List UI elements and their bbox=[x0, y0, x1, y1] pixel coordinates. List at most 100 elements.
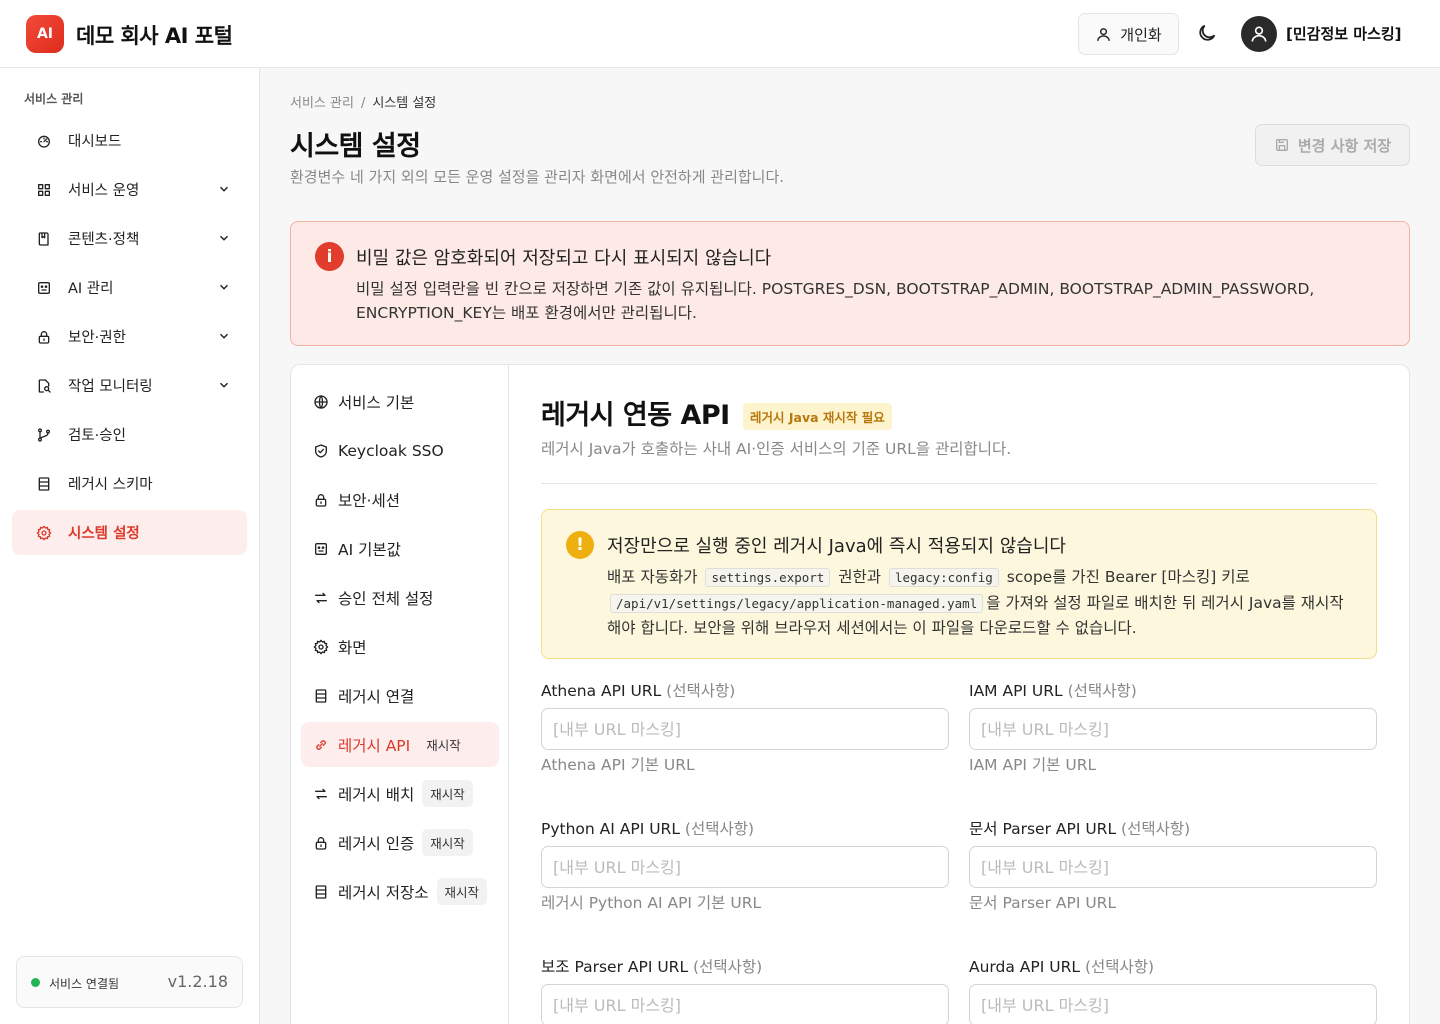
subnav-item-label: 화면 bbox=[338, 638, 367, 657]
save-changes-label: 변경 사항 저장 bbox=[1297, 136, 1392, 155]
sidebar-item-label: 작업 모니터링 bbox=[68, 379, 153, 395]
restart-badge: 재시작 bbox=[426, 738, 461, 753]
service-status: 서비스 연결됨 v1.2.18 bbox=[16, 956, 243, 1008]
alert-text: 배포 자동화가 bbox=[607, 568, 698, 586]
subnav-item[interactable]: 화면 bbox=[301, 624, 499, 669]
subnav-item-label: 레거시 인증 bbox=[338, 834, 415, 853]
subnav-item[interactable]: 보안·세션 bbox=[301, 477, 499, 522]
subnav-item[interactable]: 레거시 인증 재시작 bbox=[301, 820, 499, 865]
field-optional: (선택사항) bbox=[1121, 820, 1191, 838]
section-description: 레거시 Java가 호출하는 사내 AI·인증 서비스의 기준 URL을 관리합… bbox=[541, 440, 1012, 458]
code-path: /api/v1/settings/legacy/application-mana… bbox=[610, 593, 984, 613]
sidebar-item[interactable]: 작업 모니터링 bbox=[12, 363, 247, 408]
chevron-down-icon[interactable] bbox=[217, 280, 231, 294]
lock-icon bbox=[38, 330, 50, 344]
aurda-api-url-input[interactable] bbox=[969, 984, 1377, 1024]
app-title[interactable]: 데모 회사 AI 포털 bbox=[76, 20, 233, 50]
breadcrumb: 서비스 관리 / 시스템 설정 bbox=[290, 92, 436, 111]
sidebar-item[interactable]: 대시보드 bbox=[12, 118, 247, 163]
athena-api-url-input[interactable] bbox=[541, 708, 949, 750]
restart-required-badge: 레거시 Java 재시작 필요 bbox=[743, 403, 892, 430]
breadcrumb-parent[interactable]: 서비스 관리 bbox=[290, 96, 354, 111]
shield-check-icon bbox=[315, 443, 327, 458]
save-changes-button[interactable]: 변경 사항 저장 bbox=[1255, 124, 1410, 166]
chevron-down-icon[interactable] bbox=[217, 182, 231, 196]
alert-text: 권한과 bbox=[838, 568, 882, 586]
field-label-text: IAM API URL bbox=[969, 682, 1063, 700]
schema-icon bbox=[315, 688, 327, 703]
chevron-down-icon[interactable] bbox=[217, 329, 231, 343]
lock-icon bbox=[315, 836, 327, 850]
user-icon bbox=[1251, 26, 1267, 42]
user-name[interactable]: [민감정보 마스킹] bbox=[1286, 23, 1402, 44]
subnav-item[interactable]: 레거시 배치 재시작 bbox=[301, 771, 499, 816]
sidebar-item[interactable]: 보안·권한 bbox=[12, 314, 247, 359]
moon-icon bbox=[1199, 24, 1216, 41]
field-optional: (선택사항) bbox=[1067, 682, 1137, 700]
settings-subnav: 서비스 기본 Keycloak SSO 보안·세션 AI 기본값승인 전체 설정화면레… bbox=[291, 365, 509, 1024]
section-title: 레거시 연동 API bbox=[541, 400, 730, 431]
field-optional: (선택사항) bbox=[684, 820, 755, 838]
subnav-item-label: 승인 전체 설정 bbox=[338, 589, 434, 608]
field-optional: (선택사항) bbox=[693, 958, 763, 976]
subnav-item[interactable]: 레거시 저장소 재시작 bbox=[301, 869, 499, 914]
subnav-item[interactable]: 서비스 기본 bbox=[301, 379, 499, 424]
python-ai-api-url-input[interactable] bbox=[541, 846, 949, 888]
secondary-parser-api-url-input[interactable] bbox=[541, 984, 949, 1024]
subnav-item[interactable]: 레거시 연결 bbox=[301, 673, 499, 718]
book-icon bbox=[38, 231, 49, 246]
code-scope: legacy:config bbox=[888, 568, 999, 587]
sidebar-item[interactable]: 콘텐츠·정책 bbox=[12, 216, 247, 261]
breadcrumb-current: 시스템 설정 bbox=[372, 96, 437, 111]
grid-icon bbox=[38, 183, 50, 196]
sidebar-item-label: AI 관리 bbox=[68, 281, 114, 297]
app-logo[interactable]: AI bbox=[26, 15, 64, 53]
alert-text: scope를 가진 Bearer [마스킹] 키로 bbox=[1006, 568, 1250, 586]
iam-api-url-input[interactable] bbox=[969, 708, 1377, 750]
sidebar-item-label: 시스템 설정 bbox=[68, 526, 140, 542]
document-parser-api-url-input[interactable] bbox=[969, 846, 1377, 888]
alert-title: 저장만으로 실행 중인 레거시 Java에 즉시 적용되지 않습니다 bbox=[607, 536, 1066, 557]
subnav-item[interactable]: AI 기본값 bbox=[301, 526, 499, 571]
git-branch-icon bbox=[38, 427, 50, 442]
schema-icon bbox=[38, 476, 50, 491]
field-optional: (선택사항) bbox=[1084, 958, 1155, 976]
monitor-search-icon bbox=[38, 378, 51, 393]
subnav-item[interactable]: 승인 전체 설정 bbox=[301, 575, 499, 620]
field-label-text: Aurda API URL bbox=[969, 958, 1080, 976]
subnav-item[interactable]: Keycloak SSO bbox=[301, 428, 499, 473]
sidebar-item[interactable]: 레거시 스키마 bbox=[12, 461, 247, 506]
field-optional: (선택사항) bbox=[666, 682, 736, 700]
bot-icon bbox=[315, 542, 327, 555]
subnav-item-label: Keycloak SSO bbox=[338, 441, 444, 460]
page-title: 시스템 설정 bbox=[290, 131, 421, 162]
divider bbox=[541, 483, 1377, 484]
subnav-item[interactable]: 레거시 API 재시작 bbox=[301, 722, 499, 767]
top-header: AI 데모 회사 AI 포털 개인화 [민감정보 마스킹] bbox=[0, 0, 1440, 68]
sidebar-item-label: 콘텐츠·정책 bbox=[68, 232, 140, 248]
sidebar-item[interactable]: 검토·승인 bbox=[12, 412, 247, 457]
alert-body: 배포 자동화가 settings.export 권한과 legacy:confi… bbox=[607, 565, 1357, 641]
subnav-item-label: 레거시 배치 bbox=[338, 785, 415, 804]
subnav-item-label: 레거시 저장소 bbox=[338, 883, 429, 902]
sidebar-item[interactable]: 시스템 설정 bbox=[12, 510, 247, 555]
apply-warning-alert: ! 저장만으로 실행 중인 레거시 Java에 즉시 적용되지 않습니다 배포 … bbox=[541, 509, 1377, 659]
warning-icon: ! bbox=[566, 531, 594, 559]
chevron-down-icon[interactable] bbox=[217, 378, 231, 392]
bot-icon bbox=[38, 281, 50, 294]
restart-badge: 재시작 bbox=[436, 878, 488, 905]
field-label-text: Athena API URL bbox=[541, 682, 662, 700]
field-label-text: 보조 Parser API URL bbox=[541, 958, 689, 976]
field-label: IAM API URL (선택사항) bbox=[969, 679, 1137, 701]
avatar[interactable] bbox=[1241, 16, 1277, 52]
personalize-button[interactable]: 개인화 bbox=[1078, 13, 1179, 55]
subnav-item-label: 서비스 기본 bbox=[338, 393, 415, 412]
field-label: 문서 Parser API URL (선택사항) bbox=[969, 817, 1190, 839]
sidebar-item[interactable]: AI 관리 bbox=[12, 265, 247, 310]
sidebar-item-label: 레거시 스키마 bbox=[68, 477, 153, 493]
dashboard-icon bbox=[38, 135, 50, 148]
chevron-down-icon[interactable] bbox=[217, 231, 231, 245]
field-help: 레거시 Python AI API 기본 URL bbox=[541, 894, 762, 912]
sidebar-item[interactable]: 서비스 운영 bbox=[12, 167, 247, 212]
theme-toggle-button[interactable] bbox=[1196, 22, 1220, 46]
